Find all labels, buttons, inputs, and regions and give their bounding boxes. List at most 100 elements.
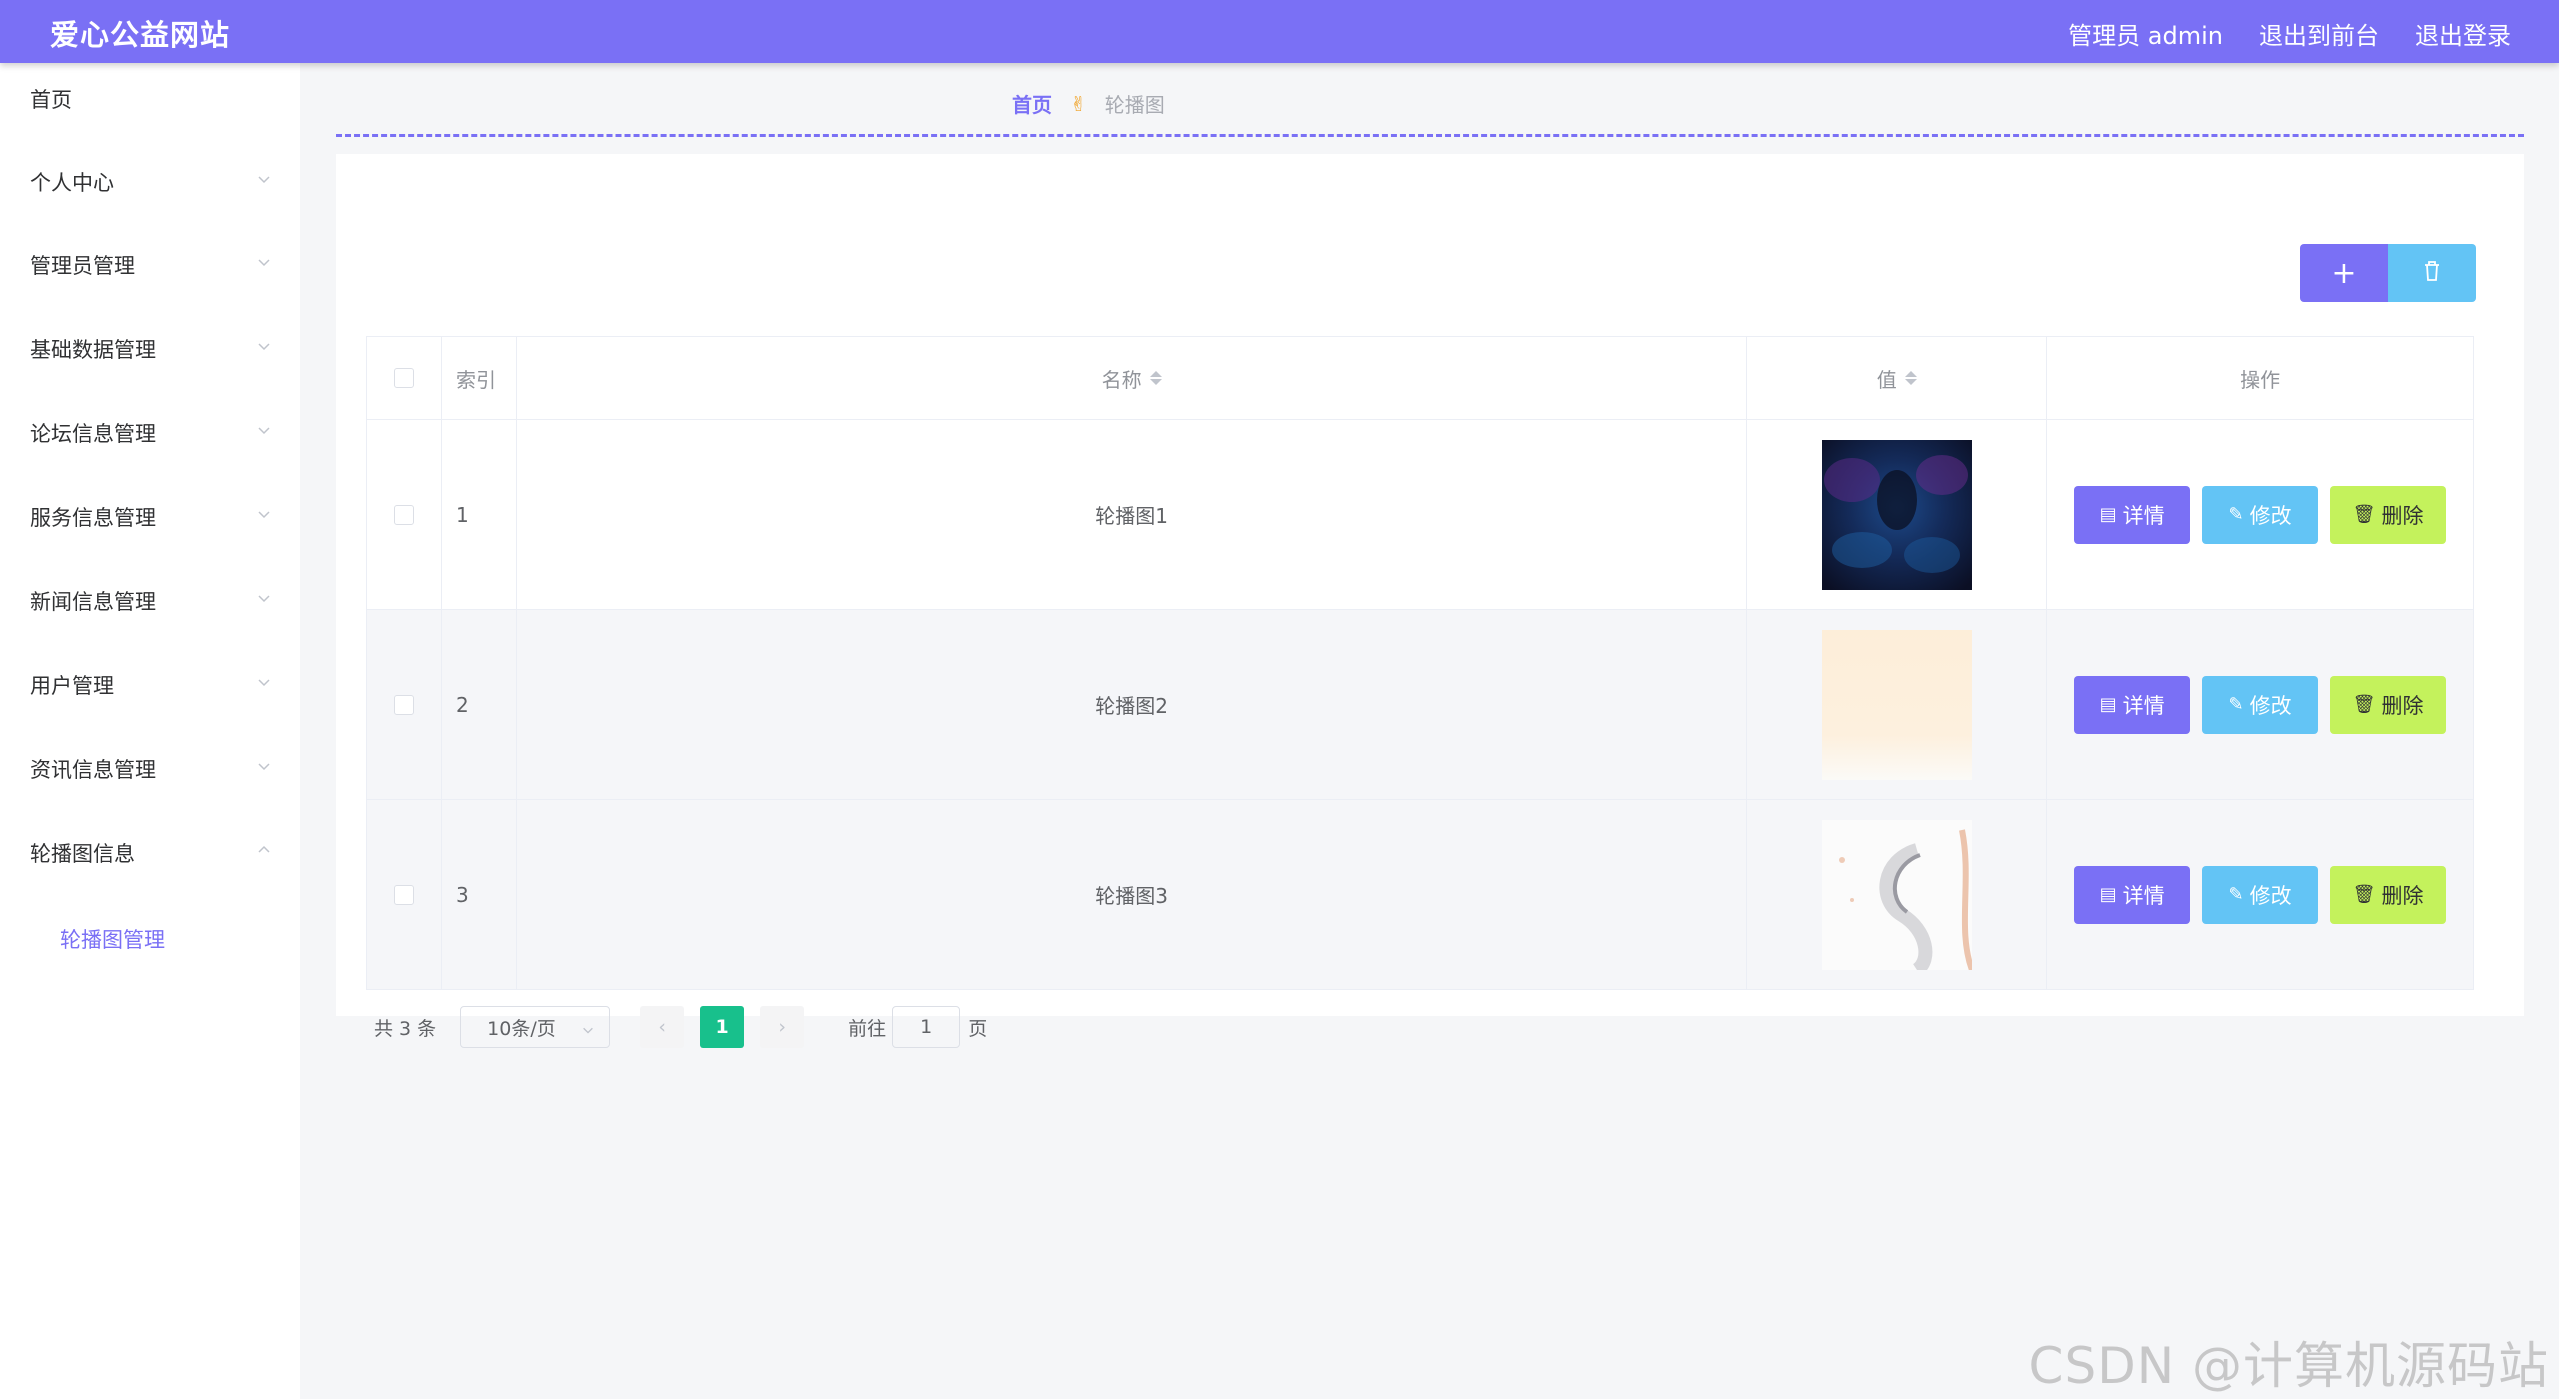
sidebar-item-carousel[interactable]: 轮播图信息 bbox=[0, 823, 300, 883]
sidebar-item-basic-data[interactable]: 基础数据管理 bbox=[0, 319, 300, 379]
logout-link[interactable]: 退出登录 bbox=[2415, 16, 2511, 51]
sidebar-item-forum[interactable]: 论坛信息管理 bbox=[0, 403, 300, 463]
header-select-all bbox=[367, 337, 442, 419]
chevron-down-icon bbox=[256, 503, 270, 519]
admin-user-link[interactable]: 管理员 admin bbox=[2068, 16, 2223, 51]
watermark: CSDN @计算机源码站 bbox=[2028, 1337, 2549, 1395]
edit-button[interactable]: ✎ 修改 bbox=[2202, 485, 2319, 544]
batch-delete-button[interactable] bbox=[2388, 244, 2476, 302]
row-checkbox[interactable] bbox=[393, 694, 414, 715]
row-value bbox=[1747, 610, 2048, 799]
chevron-up-icon bbox=[256, 839, 270, 853]
delete-label: 删除 bbox=[2381, 693, 2424, 718]
sidebar-subitem-label: 轮播图管理 bbox=[60, 928, 165, 952]
document-icon: ▤ bbox=[2099, 884, 2117, 905]
document-icon: ▤ bbox=[2099, 504, 2117, 525]
detail-button[interactable]: ▤ 详情 bbox=[2074, 485, 2191, 544]
table-header-row: 索引 名称 值 操作 bbox=[367, 337, 2474, 420]
goto-page-input[interactable]: 1 bbox=[892, 1006, 961, 1048]
sidebar-item-users[interactable]: 用户管理 bbox=[0, 655, 300, 715]
main-content: 首页 ✌ 轮播图 + 索引 名称 值 操作 1 轮播图1 ▤ 详情 ✎ 修改 🗑… bbox=[300, 63, 2559, 1399]
sidebar-item-service[interactable]: 服务信息管理 bbox=[0, 487, 300, 547]
detail-button[interactable]: ▤ 详情 bbox=[2074, 865, 2191, 924]
trash-icon: 🗑 bbox=[2352, 504, 2376, 525]
carousel-table: 索引 名称 值 操作 1 轮播图1 ▤ 详情 ✎ 修改 🗑 删除 2 轮播图2 … bbox=[366, 336, 2474, 990]
sidebar-item-label: 论坛信息管理 bbox=[30, 422, 156, 446]
row-checkbox[interactable] bbox=[393, 884, 414, 905]
page-number-current[interactable]: 1 bbox=[700, 1006, 745, 1048]
sort-icon[interactable] bbox=[1149, 371, 1162, 385]
prev-page-button[interactable]: ‹ bbox=[640, 1006, 685, 1048]
sidebar-item-info[interactable]: 资讯信息管理 bbox=[0, 739, 300, 799]
table-row: 2 轮播图2 ▤ 详情 ✎ 修改 🗑 删除 bbox=[367, 610, 2474, 800]
row-index: 3 bbox=[442, 800, 517, 989]
chevron-right-icon: › bbox=[778, 1016, 786, 1038]
pagination-total: 共 3 条 bbox=[374, 1017, 437, 1040]
sidebar-item-label: 新闻信息管理 bbox=[30, 590, 156, 614]
edit-label: 修改 bbox=[2249, 883, 2292, 908]
sort-icon[interactable] bbox=[1904, 371, 1917, 385]
sidebar-item-label: 个人中心 bbox=[30, 171, 114, 195]
row-checkbox[interactable] bbox=[393, 504, 414, 525]
trash-icon: 🗑 bbox=[2352, 884, 2376, 905]
edit-label: 修改 bbox=[2249, 503, 2292, 528]
page-size-value: 10条/页 bbox=[487, 1017, 556, 1040]
dashed-divider bbox=[336, 134, 2524, 137]
header-name[interactable]: 名称 bbox=[517, 337, 1748, 419]
row-index: 1 bbox=[442, 420, 517, 609]
breadcrumb-current: 轮播图 bbox=[1104, 93, 1165, 117]
top-header: 爱心公益网站 管理员 admin 退出到前台 退出登录 bbox=[0, 0, 2559, 63]
delete-button[interactable]: 🗑 删除 bbox=[2330, 675, 2447, 734]
header-links: 管理员 admin 退出到前台 退出登录 bbox=[2068, 16, 2511, 51]
edit-button[interactable]: ✎ 修改 bbox=[2202, 675, 2319, 734]
select-all-checkbox[interactable] bbox=[393, 368, 414, 388]
chevron-down-icon bbox=[256, 335, 270, 351]
sidebar-item-personal-center[interactable]: 个人中心 bbox=[0, 152, 300, 212]
row-name: 轮播图2 bbox=[517, 610, 1748, 799]
row-select bbox=[367, 610, 442, 799]
add-button[interactable]: + bbox=[2300, 244, 2388, 302]
breadcrumb-home[interactable]: 首页 bbox=[1012, 89, 1052, 118]
detail-label: 详情 bbox=[2122, 883, 2165, 908]
document-icon: ▤ bbox=[2099, 694, 2117, 715]
sidebar-item-label: 用户管理 bbox=[30, 674, 114, 698]
sidebar-item-label: 服务信息管理 bbox=[30, 506, 156, 530]
row-actions: ▤ 详情 ✎ 修改 🗑 删除 bbox=[2047, 610, 2474, 799]
sidebar-item-label: 轮播图信息 bbox=[30, 842, 135, 866]
row-select bbox=[367, 800, 442, 989]
delete-button[interactable]: 🗑 删除 bbox=[2330, 865, 2447, 924]
sidebar-item-label: 基础数据管理 bbox=[30, 338, 156, 362]
sidebar-item-label: 资讯信息管理 bbox=[30, 758, 156, 782]
edit-label: 修改 bbox=[2249, 693, 2292, 718]
content-panel: + 索引 名称 值 操作 1 轮播图1 ▤ 详情 ✎ 修改 🗑 删除 2 轮播图… bbox=[336, 154, 2524, 1048]
detail-label: 详情 bbox=[2122, 503, 2165, 528]
header-index: 索引 bbox=[442, 337, 517, 419]
chevron-down-icon bbox=[256, 671, 270, 687]
exit-to-frontend-link[interactable]: 退出到前台 bbox=[2259, 16, 2379, 51]
delete-button[interactable]: 🗑 删除 bbox=[2330, 485, 2447, 544]
chevron-down-icon bbox=[581, 1020, 595, 1042]
sidebar-item-label: 首页 bbox=[30, 88, 72, 112]
header-value[interactable]: 值 bbox=[1747, 337, 2048, 419]
sidebar-item-news[interactable]: 新闻信息管理 bbox=[0, 571, 300, 631]
sidebar-item-home[interactable]: 首页 bbox=[0, 69, 300, 129]
detail-button[interactable]: ▤ 详情 bbox=[2074, 675, 2191, 734]
sidebar-subitem-carousel-management[interactable]: 轮播图管理 bbox=[0, 911, 300, 967]
next-page-button[interactable]: › bbox=[760, 1006, 805, 1048]
edit-button[interactable]: ✎ 修改 bbox=[2202, 865, 2319, 924]
carousel-thumbnail bbox=[1821, 629, 1972, 780]
row-name: 轮播图3 bbox=[517, 800, 1748, 989]
row-name: 轮播图1 bbox=[517, 420, 1748, 609]
pagination: 共 3 条 10条/页 ‹ 1 › 前往 1 页 bbox=[366, 1005, 987, 1049]
table-row: 3 轮播图3 ▤ 详情 ✎ 修改 🗑 删除 bbox=[367, 800, 2474, 990]
sidebar-item-admin-management[interactable]: 管理员管理 bbox=[0, 235, 300, 295]
pencil-icon: ✎ bbox=[2228, 504, 2244, 525]
header-value-label: 值 bbox=[1876, 367, 1897, 392]
chevron-left-icon: ‹ bbox=[658, 1016, 666, 1038]
header-name-label: 名称 bbox=[1101, 367, 1142, 392]
victory-hand-icon: ✌ bbox=[1070, 91, 1087, 116]
chevron-down-icon bbox=[256, 755, 270, 771]
trash-icon bbox=[2422, 260, 2442, 286]
page-size-select[interactable]: 10条/页 bbox=[460, 1006, 611, 1048]
pencil-icon: ✎ bbox=[2228, 694, 2244, 715]
